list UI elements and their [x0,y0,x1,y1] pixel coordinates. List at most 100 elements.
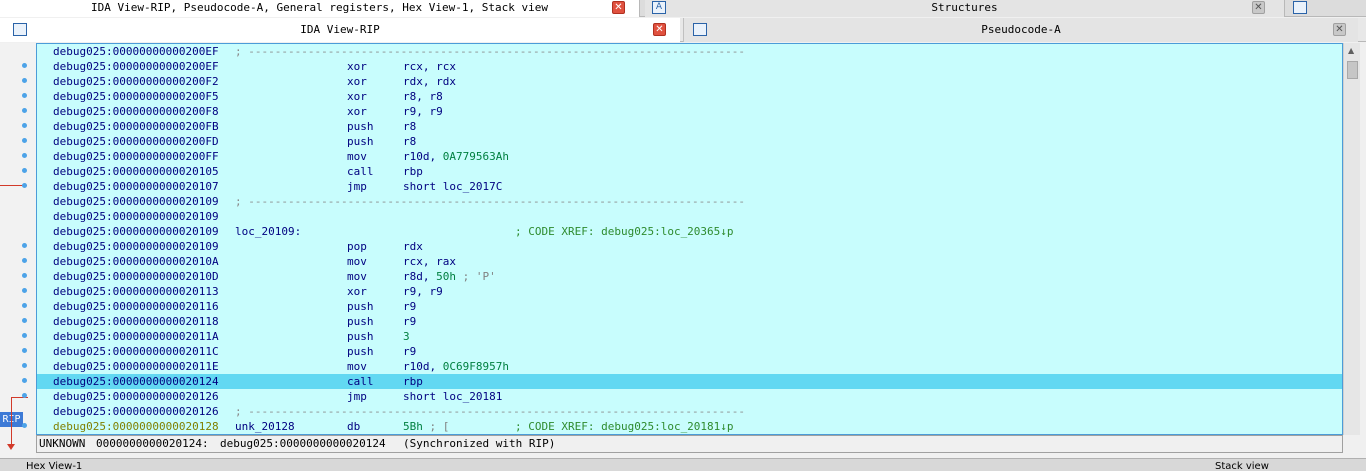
code-line[interactable]: debug025:0000000000020113 xor r9, r9 [37,284,1342,299]
operand-text: rdx [403,240,423,253]
separator-comment: ; --------------------------------------… [235,195,745,208]
top-tab-strip: IDA View-RIP, Pseudocode-A, General regi… [0,0,1366,17]
code-line[interactable]: debug025:000000000002011E mov r10d, 0C69F8… [37,359,1342,374]
breakpoint-dot[interactable] [22,273,27,278]
mnemonic: push [347,300,374,313]
operands: rbp [403,374,423,389]
status-offset: 0000000000020124: [96,437,209,450]
code-line[interactable]: debug025:00000000000200F5 xor r8, r8 [37,89,1342,104]
vertical-scrollbar[interactable]: ▲ [1343,43,1360,435]
address: debug025:00000000000200F2 [53,75,219,88]
code-line[interactable]: debug025:00000000000200EF xor rcx, rcx [37,59,1342,74]
code-line[interactable]: debug025:0000000000020116 push r9 [37,299,1342,314]
close-pseudocode-button[interactable]: ✕ [1333,23,1346,36]
tab-structures[interactable]: Structures [645,0,1285,17]
separator-comment: ; --------------------------------------… [235,405,745,418]
current-line[interactable]: debug025:0000000000020124 call rbp [37,374,1342,389]
operand-number: 0C69F8957h [442,360,509,373]
tab-ida-view-rip[interactable]: IDA View-RIP [0,18,680,42]
operand-text: r9 [403,300,417,313]
operands: r9 [403,314,416,329]
arrows-gutter[interactable]: RIP [0,43,36,463]
operand-text: rcx, rax [403,255,456,268]
code-line[interactable]: debug025:000000000002010D mov r8d, 50h ; '… [37,269,1342,284]
address: debug025:0000000000020105 [53,165,219,178]
code-line[interactable]: debug025:0000000000020109 loc_20109: ; COD… [37,224,1342,239]
code-line[interactable]: debug025:00000000000200F8 xor r9, r9 [37,104,1342,119]
code-line[interactable]: debug025:00000000000200EF ; -------------… [37,44,1342,59]
code-line[interactable]: debug025:00000000000200FB push r8 [37,119,1342,134]
operand-text: short loc_2017C [403,180,503,193]
code-line[interactable]: debug025:0000000000020126 jmp short loc_20… [37,389,1342,404]
breakpoint-dot[interactable] [22,168,27,173]
operands: r9, r9 [403,104,443,119]
address: debug025:0000000000020128 [53,420,219,433]
operands: r8d, 50h ; 'P' [403,269,496,284]
breakpoint-dot[interactable] [22,243,27,248]
tab-hex-view[interactable]: Hex View-1 [26,460,82,471]
code-line[interactable]: debug025:0000000000020109 pop rdx [37,239,1342,254]
code-line[interactable]: debug025:0000000000020109 [37,209,1342,224]
code-line[interactable]: debug025:0000000000020109 ; -------------… [37,194,1342,209]
operand-text: r9, r9 [403,105,443,118]
operand-text: short loc_20181 [403,390,503,403]
breakpoint-dot[interactable] [22,138,27,143]
operands: rdx [403,239,423,254]
close-tab-group-button[interactable]: ✕ [612,1,625,14]
close-ida-view-button[interactable]: ✕ [653,23,666,36]
breakpoint-dot[interactable] [22,363,27,368]
breakpoint-dot[interactable] [22,93,27,98]
address: debug025:0000000000020118 [53,315,219,328]
scroll-up-icon[interactable]: ▲ [1348,46,1354,55]
scroll-thumb[interactable] [1347,61,1358,79]
status-line: UNKNOWN 0000000000020124: debug025:00000… [36,435,1343,453]
code-line[interactable]: debug025:0000000000020126 ; -------------… [37,404,1342,419]
breakpoint-dot[interactable] [22,108,27,113]
breakpoint-dot[interactable] [22,348,27,353]
close-structures-button[interactable]: ✕ [1252,1,1265,14]
operand-text: r8 [403,135,417,148]
disassembly-view[interactable]: debug025:00000000000200EF ; -------------… [36,43,1343,435]
breakpoint-dot[interactable] [22,78,27,83]
breakpoint-dot[interactable] [22,318,27,323]
tab-stack-view[interactable]: Stack view [1215,460,1269,471]
breakpoint-dot[interactable] [22,303,27,308]
code-line[interactable]: debug025:0000000000020105 call rbp [37,164,1342,179]
operand-number: 3 [403,330,410,343]
code-label: loc_20109: [235,225,302,238]
code-line[interactable]: debug025:00000000000200FF mov r10d, 0A7795… [37,149,1342,164]
local-types-icon[interactable] [1293,1,1307,14]
breakpoint-dot[interactable] [22,153,27,158]
code-line[interactable]: debug025:000000000002011A push 3 [37,329,1342,344]
operands: rbp [403,164,423,179]
address: debug025:0000000000020126 [53,405,219,418]
operand-number: 5Bh [403,420,423,433]
operand-text: rbp [403,165,423,178]
breakpoint-dot[interactable] [22,378,27,383]
code-line[interactable]: debug025:00000000000200F2 xor rdx, rdx [37,74,1342,89]
tab-structures-label: Structures [931,1,998,14]
breakpoint-dot[interactable] [22,123,27,128]
operand-number: 0A779563Ah [442,150,509,163]
breakpoint-dot[interactable] [22,258,27,263]
address: debug025:0000000000020116 [53,300,219,313]
code-line[interactable]: debug025:000000000002010A mov rcx, rax [37,254,1342,269]
code-line[interactable]: debug025:00000000000200FD push r8 [37,134,1342,149]
breakpoint-dot[interactable] [22,333,27,338]
close-icon: ✕ [1335,24,1344,35]
breakpoint-dot[interactable] [22,183,27,188]
operand-number: 50h [436,270,456,283]
tab-pseudocode-a[interactable]: Pseudocode-A [683,18,1358,42]
breakpoint-dot[interactable] [22,423,27,428]
status-segment: UNKNOWN [39,437,86,450]
code-line[interactable]: debug025:0000000000020118 push r9 [37,314,1342,329]
breakpoint-dot[interactable] [22,288,27,293]
code-line[interactable]: debug025:0000000000020128 unk_20128 db 5Bh … [37,419,1342,434]
breakpoint-dot[interactable] [22,63,27,68]
tab-ida-view-group[interactable]: IDA View-RIP, Pseudocode-A, General regi… [0,0,640,17]
xref-comment: ; CODE XREF: debug025:loc_20181↓p [515,420,734,433]
code-line[interactable]: debug025:0000000000020107 jmp short loc_20… [37,179,1342,194]
code-line[interactable]: debug025:000000000002011C push r9 [37,344,1342,359]
breakpoint-dot[interactable] [22,393,27,398]
mnemonic: xor [347,90,367,103]
